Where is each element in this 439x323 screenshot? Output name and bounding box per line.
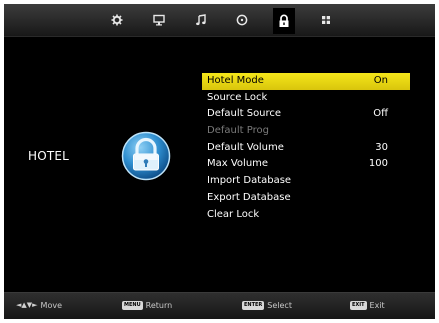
menu-item-import-database[interactable]: Import Database xyxy=(202,173,410,190)
tv-osd-screen: HOTEL Hotel Mode On Source Lock Default … xyxy=(4,4,435,319)
enter-key-icon: ENTER xyxy=(242,301,265,310)
exit-key-icon: EXIT xyxy=(350,301,367,310)
lock-icon xyxy=(279,14,289,27)
menu-item-label: Export Database xyxy=(207,191,291,203)
clock-icon xyxy=(236,14,248,26)
menu-item-label: Source Lock xyxy=(207,91,268,103)
hint-select: ENTER Select xyxy=(242,301,292,310)
menu-item-default-source[interactable]: Default Source Off xyxy=(202,106,410,123)
menu-item-source-lock[interactable]: Source Lock xyxy=(202,90,410,107)
hint-label: Return xyxy=(145,301,173,310)
menu-item-label: Hotel Mode xyxy=(207,75,264,86)
menu-item-label: Import Database xyxy=(207,175,292,187)
menu-item-value: On xyxy=(373,75,388,86)
menu-item-label: Default Source xyxy=(207,108,282,120)
music-note-icon xyxy=(196,14,206,26)
hotel-menu-list: Hotel Mode On Source Lock Default Source… xyxy=(202,73,410,223)
grid-icon xyxy=(322,16,330,24)
menu-item-default-volume[interactable]: Default Volume 30 xyxy=(202,140,410,157)
hint-exit: EXIT Exit xyxy=(350,301,385,310)
menu-item-value: Off xyxy=(373,108,388,120)
hint-return: MENU Return xyxy=(122,301,172,310)
hint-move: ◄▲▼► Move xyxy=(16,301,62,310)
hint-label: Move xyxy=(40,301,62,310)
menu-item-value: 30 xyxy=(375,141,388,153)
tab-lock[interactable] xyxy=(273,8,295,34)
tab-setup[interactable] xyxy=(315,10,337,30)
menu-item-label: Default Prog xyxy=(207,125,269,137)
arrow-keys-icon: ◄▲▼► xyxy=(16,301,38,309)
menu-item-clear-lock[interactable]: Clear Lock xyxy=(202,207,410,224)
menu-item-hotel-mode[interactable]: Hotel Mode On xyxy=(202,73,410,90)
menu-category-bar xyxy=(4,4,435,37)
hint-label: Exit xyxy=(369,301,385,310)
tab-picture[interactable] xyxy=(106,10,128,30)
key-hint-bar: ◄▲▼► Move MENU Return ENTER Select EXIT … xyxy=(4,292,435,319)
menu-key-icon: MENU xyxy=(122,301,143,310)
menu-item-label: Max Volume xyxy=(207,158,269,170)
menu-item-default-prog: Default Prog xyxy=(202,123,410,140)
menu-item-label: Default Volume xyxy=(207,141,284,153)
hint-label: Select xyxy=(267,301,292,310)
tab-time[interactable] xyxy=(231,10,253,30)
lock-badge-icon xyxy=(121,131,171,181)
menu-item-label: Clear Lock xyxy=(207,208,260,220)
monitor-icon xyxy=(153,14,165,26)
menu-item-value: 100 xyxy=(368,158,388,170)
menu-item-export-database[interactable]: Export Database xyxy=(202,190,410,207)
menu-item-max-volume[interactable]: Max Volume 100 xyxy=(202,156,410,173)
tab-screen[interactable] xyxy=(148,10,170,30)
page-title: HOTEL xyxy=(28,149,70,163)
tab-sound[interactable] xyxy=(190,10,212,30)
gear-icon xyxy=(111,14,123,26)
